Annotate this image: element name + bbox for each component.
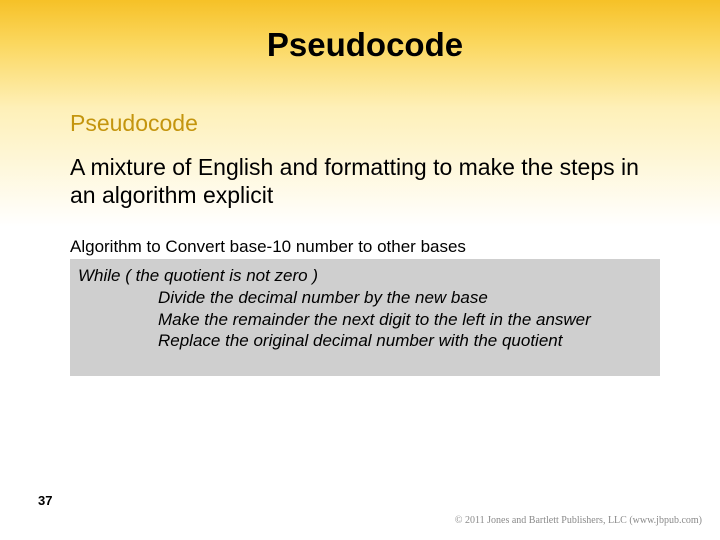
code-line: Replace the original decimal number with… <box>78 330 652 352</box>
algorithm-label: Algorithm to Convert base-10 number to o… <box>70 237 660 257</box>
copyright-text: © 2011 Jones and Bartlett Publishers, LL… <box>455 515 702 526</box>
body-paragraph: A mixture of English and formatting to m… <box>70 153 660 209</box>
code-line: Make the remainder the next digit to the… <box>78 309 652 331</box>
code-line: While ( the quotient is not zero ) <box>78 265 652 287</box>
pseudocode-box: While ( the quotient is not zero ) Divid… <box>70 259 660 376</box>
code-line: Divide the decimal number by the new bas… <box>78 287 652 309</box>
subheading: Pseudocode <box>70 110 660 137</box>
page-number: 37 <box>38 493 52 508</box>
slide-title: Pseudocode <box>70 26 660 64</box>
slide: Pseudocode Pseudocode A mixture of Engli… <box>0 0 720 540</box>
